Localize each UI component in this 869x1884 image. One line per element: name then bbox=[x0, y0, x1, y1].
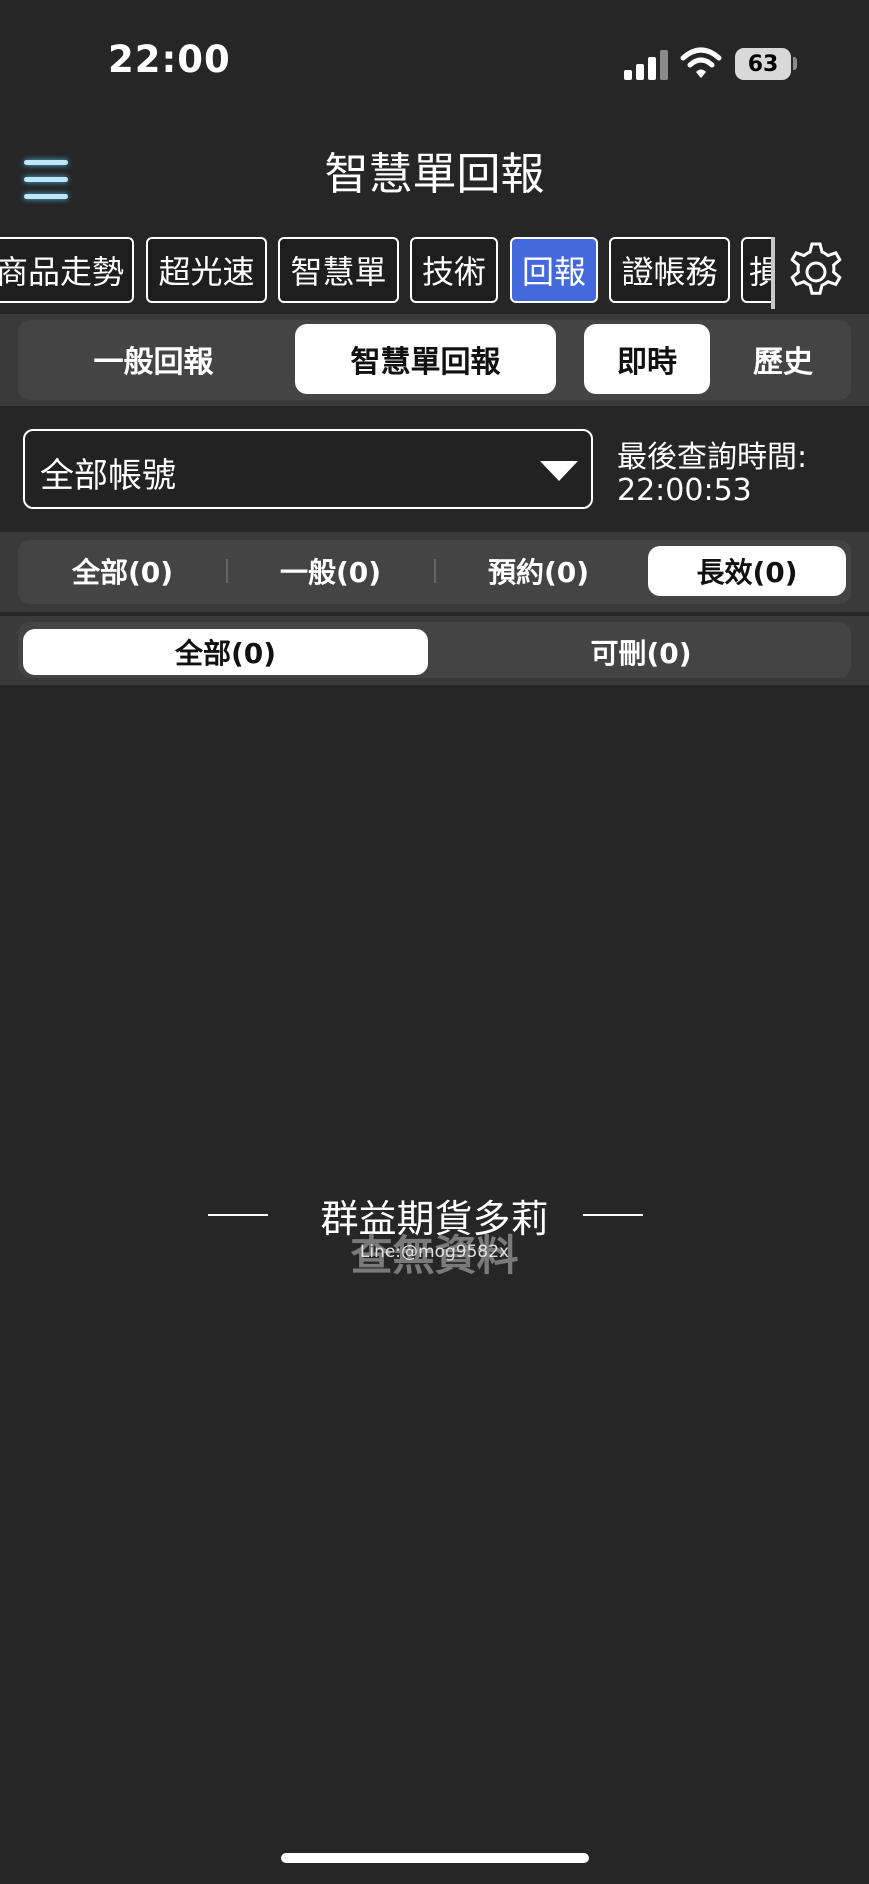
wifi-icon bbox=[680, 47, 722, 78]
home-indicator[interactable] bbox=[281, 1853, 589, 1863]
sub-filter-band: 全部(0) 可刪(0) bbox=[0, 616, 869, 685]
sub-filter-deletable[interactable]: 可刪(0) bbox=[436, 629, 846, 675]
report-type-band: 一般回報 智慧單回報 即時 歷史 bbox=[0, 314, 869, 406]
tab-securities-account[interactable]: 證帳務 bbox=[609, 237, 730, 303]
general-report-button[interactable]: 一般回報 bbox=[23, 324, 284, 394]
cellular-signal-icon bbox=[624, 50, 670, 80]
history-button[interactable]: 歷史 bbox=[721, 324, 845, 394]
filter-long-term[interactable]: 長效(0) bbox=[648, 546, 846, 596]
watermark-line-id: Line:@mog9582x bbox=[359, 1242, 510, 1262]
smart-report-button[interactable]: 智慧單回報 bbox=[295, 324, 556, 394]
gear-icon[interactable] bbox=[784, 240, 848, 304]
realtime-button[interactable]: 即時 bbox=[584, 324, 710, 394]
function-tab-strip[interactable]: 商品走勢 超光速 智慧單 技術 回報 證帳務 損 bbox=[0, 237, 775, 309]
tab-report[interactable]: 回報 bbox=[510, 237, 598, 303]
page-title: 智慧單回報 bbox=[324, 149, 545, 200]
tab-super-speed[interactable]: 超光速 bbox=[146, 237, 267, 303]
tab-strip-divider bbox=[771, 237, 775, 309]
sub-filter-all[interactable]: 全部(0) bbox=[23, 629, 428, 675]
dropdown-caret-icon[interactable] bbox=[540, 461, 578, 481]
last-query-label: 最後查詢時間: bbox=[617, 440, 808, 475]
tab-partial[interactable]: 損 bbox=[741, 237, 775, 303]
battery-tip bbox=[793, 57, 797, 70]
filter-general[interactable]: 一般(0) bbox=[228, 546, 433, 596]
order-filter-band: 全部(0) 一般(0) 預約(0) 長效(0) bbox=[0, 532, 869, 612]
last-query-time: 22:00:53 bbox=[617, 473, 752, 508]
filter-reserved[interactable]: 預約(0) bbox=[436, 546, 641, 596]
status-time: 22:00 bbox=[108, 38, 231, 81]
tab-technical[interactable]: 技術 bbox=[410, 237, 498, 303]
account-select-value: 全部帳號 bbox=[40, 456, 176, 496]
battery-level: 63 bbox=[735, 48, 791, 80]
filter-all[interactable]: 全部(0) bbox=[20, 546, 225, 596]
tab-smart-order[interactable]: 智慧單 bbox=[278, 237, 399, 303]
tab-product-trend[interactable]: 商品走勢 bbox=[0, 237, 134, 303]
